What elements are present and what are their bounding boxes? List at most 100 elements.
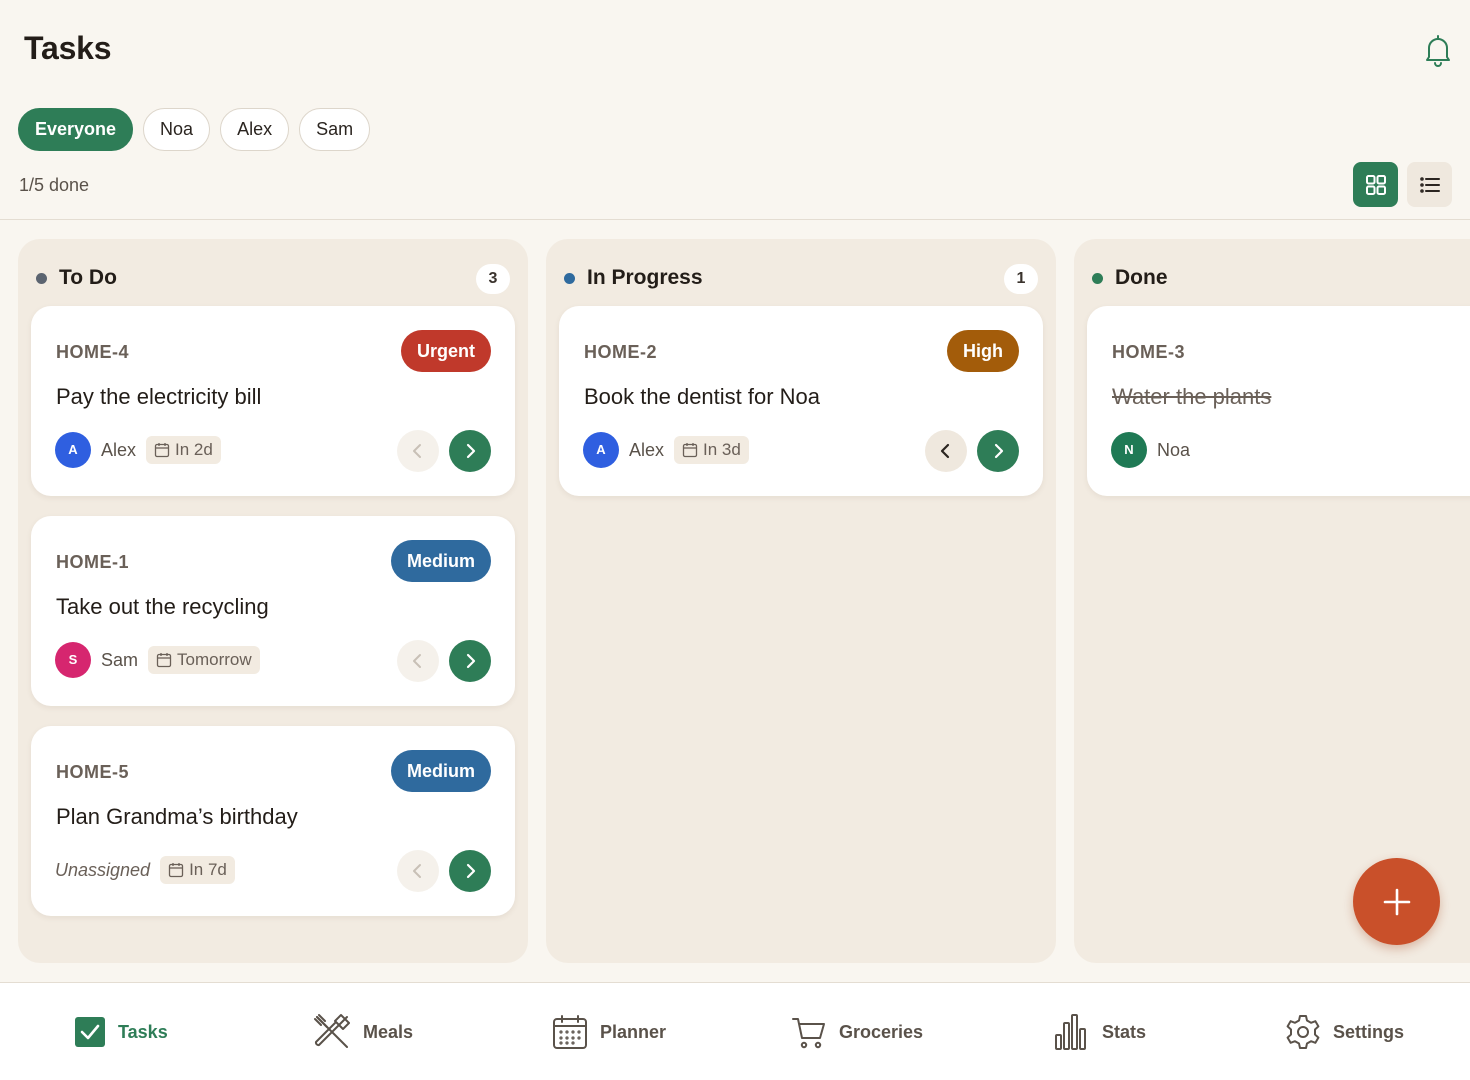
column-status-dot [36, 272, 47, 284]
task-id: HOME-3 [1112, 342, 1186, 362]
calendar-icon [154, 443, 170, 458]
header: Tasks Everyone Noa Alex Sam 1/5 done [0, 0, 1470, 220]
assignee-name: Alex [101, 439, 137, 460]
move-right-button[interactable] [977, 430, 1019, 472]
tab-planner[interactable]: Planner [552, 983, 666, 1080]
column-todo: To Do 3 HOME-4 Urgent Pay the electricit… [18, 239, 528, 963]
move-right-button[interactable] [449, 850, 491, 892]
due-date-label: In 2d [175, 440, 213, 459]
assignee-name: Alex [629, 439, 665, 460]
tab-groceries[interactable]: Groceries [791, 983, 923, 1080]
task-card[interactable]: HOME-4 Urgent Pay the electricity bill A… [31, 306, 515, 496]
avatar: N [1111, 432, 1147, 468]
filter-chip-everyone[interactable]: Everyone [18, 108, 134, 151]
due-date: In 2d [146, 436, 221, 464]
chevron-left-icon [413, 444, 421, 458]
priority-badge: High [947, 330, 1019, 372]
due-date-label: In 3d [703, 440, 741, 459]
tab-settings[interactable]: Settings [1285, 983, 1404, 1080]
plus-icon [1383, 888, 1410, 915]
task-id: HOME-5 [56, 762, 130, 782]
list-view-button[interactable] [1407, 162, 1452, 207]
assignee-filters: Everyone Noa Alex Sam [18, 108, 371, 151]
bar-chart-icon [1055, 1014, 1086, 1050]
bell-icon[interactable] [1420, 32, 1456, 68]
move-right-button[interactable] [449, 640, 491, 682]
task-card[interactable]: HOME-3 Water the plants N Noa [1087, 306, 1470, 496]
task-title: Take out the recycling [56, 594, 269, 619]
chevron-right-icon [466, 863, 476, 879]
list-icon [1419, 176, 1440, 193]
move-left-button[interactable] [397, 850, 439, 892]
priority-badge: Medium [390, 540, 491, 582]
task-id: HOME-1 [56, 552, 130, 572]
tab-label: Planner [600, 1021, 667, 1042]
tab-stats[interactable]: Stats [1054, 983, 1146, 1080]
move-right-button[interactable] [449, 430, 491, 472]
task-title: Water the plants [1112, 384, 1272, 409]
task-meta: S Sam Tomorrow [55, 642, 260, 678]
assignee-name: Noa [1157, 439, 1191, 460]
chevron-left-icon [413, 864, 421, 878]
chevron-right-icon [466, 653, 476, 669]
tab-label: Settings [1333, 1021, 1405, 1042]
tab-label: Meals [363, 1021, 414, 1042]
calendar-icon [168, 863, 184, 878]
priority-badge: Medium [390, 750, 491, 792]
grid-view-button[interactable] [1353, 162, 1398, 207]
task-card[interactable]: HOME-2 High Book the dentist for Noa A A… [559, 306, 1043, 496]
checkbox-icon [75, 1017, 105, 1047]
cart-icon [792, 1018, 825, 1049]
chevron-left-icon [940, 443, 950, 459]
due-date-label: In 7d [189, 860, 227, 879]
avatar: S [55, 642, 91, 678]
add-task-button[interactable] [1353, 858, 1440, 945]
unassigned-label: Unassigned [55, 859, 151, 880]
task-meta: A Alex In 3d [583, 432, 749, 468]
tab-label: Tasks [118, 1021, 168, 1042]
filter-chip-sam[interactable]: Sam [299, 108, 371, 151]
priority-badge: Urgent [401, 330, 491, 372]
calendar-icon [682, 443, 698, 458]
gear-icon [1286, 1015, 1320, 1049]
task-card[interactable]: HOME-1 Medium Take out the recycling S S… [31, 516, 515, 706]
due-date: Tomorrow [148, 646, 260, 674]
task-meta: N Noa [1111, 432, 1190, 468]
page-title: Tasks [24, 30, 112, 66]
column-title: Done [1115, 266, 1168, 289]
due-date-label: Tomorrow [177, 650, 252, 669]
move-left-button[interactable] [397, 430, 439, 472]
utensils-icon [314, 1014, 350, 1048]
due-date: In 7d [160, 856, 235, 884]
column-title: To Do [59, 266, 117, 289]
column-title: In Progress [587, 266, 703, 289]
task-id: HOME-4 [56, 342, 130, 362]
chevron-right-icon [466, 443, 476, 459]
grid-icon [1365, 174, 1386, 195]
assignee-name: Sam [101, 649, 139, 670]
tab-label: Groceries [839, 1021, 924, 1042]
tab-tasks[interactable]: Tasks [74, 983, 168, 1080]
move-left-button[interactable] [925, 430, 967, 472]
chevron-left-icon [413, 654, 421, 668]
avatar: A [583, 432, 619, 468]
task-card[interactable]: HOME-5 Medium Plan Grandma’s birthday Un… [31, 726, 515, 916]
column-count: 3 [476, 264, 510, 294]
task-id: HOME-2 [584, 342, 658, 362]
progress-summary: 1/5 done [19, 175, 90, 195]
tab-label: Stats [1102, 1021, 1147, 1042]
avatar: A [55, 432, 91, 468]
calendar-icon [553, 1015, 587, 1049]
move-left-button[interactable] [397, 640, 439, 682]
task-title: Pay the electricity bill [56, 384, 262, 409]
chevron-right-icon [994, 443, 1004, 459]
column-done: Done HOME-3 Water the plants N Noa [1074, 239, 1470, 963]
filter-chip-alex[interactable]: Alex [220, 108, 290, 151]
task-meta: Unassigned In 7d [55, 852, 235, 888]
tab-meals[interactable]: Meals [313, 983, 413, 1080]
column-count: 1 [1004, 264, 1038, 294]
column-status-dot [1092, 272, 1103, 284]
task-meta: A Alex In 2d [55, 432, 221, 468]
column-status-dot [564, 272, 575, 284]
filter-chip-noa[interactable]: Noa [143, 108, 211, 151]
